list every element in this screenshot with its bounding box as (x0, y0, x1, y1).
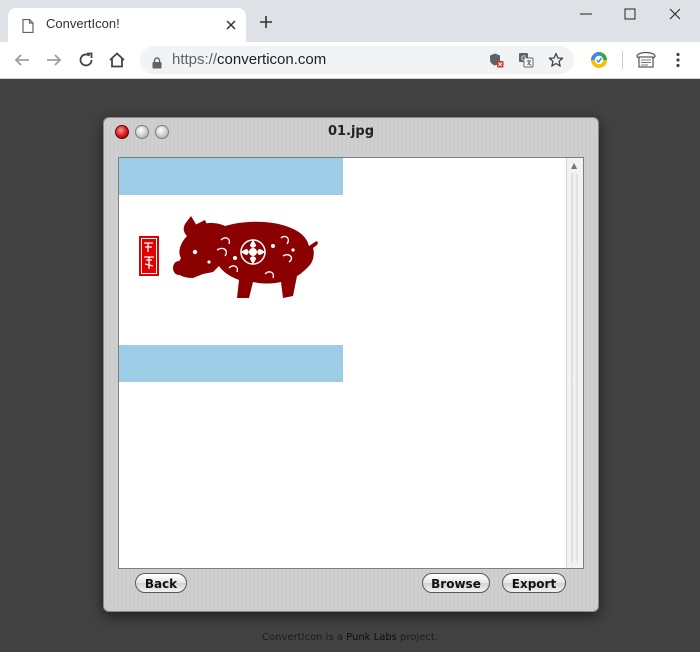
star-icon[interactable] (548, 52, 564, 72)
translate-icon[interactable]: G (518, 52, 534, 72)
forward-arrow-icon[interactable] (45, 51, 63, 73)
vertical-scrollbar[interactable]: ▲ (566, 158, 583, 568)
page-icon (22, 18, 34, 37)
image-viewer: ▲ (118, 157, 584, 569)
scroll-up-arrow-icon[interactable]: ▲ (571, 161, 577, 170)
app-window: 01.jpg ▲ Back Browse Export (103, 117, 599, 612)
home-icon[interactable] (108, 51, 126, 73)
back-arrow-icon[interactable] (13, 51, 31, 73)
window-title: 01.jpg (327, 124, 375, 139)
punk-labs-link[interactable]: Punk Labs (346, 632, 397, 643)
svg-text:G: G (521, 55, 526, 63)
plus-icon[interactable] (258, 14, 274, 34)
back-button[interactable]: Back (135, 573, 187, 593)
paper-cut-pig-image (139, 216, 318, 298)
scrollbar-track[interactable] (571, 172, 578, 564)
minimize-icon[interactable] (578, 6, 594, 26)
image-band-top (119, 158, 343, 195)
browser-tab[interactable]: ConvertIcon! (8, 8, 246, 42)
lock-icon[interactable] (152, 54, 162, 73)
url-scheme: https:// (172, 51, 218, 68)
close-icon[interactable] (667, 6, 683, 26)
footer-prefix: ConvertIcon is a (262, 632, 347, 643)
image-preview (119, 158, 343, 382)
browse-button[interactable]: Browse (422, 573, 490, 593)
reader-icon[interactable] (636, 51, 656, 73)
address-bar[interactable]: https://converticon.com G (140, 46, 574, 74)
footer: ConvertIcon is a Punk Labs project. (0, 632, 700, 643)
reload-icon[interactable] (77, 51, 95, 73)
tab-strip: ConvertIcon! (0, 0, 700, 42)
image-band-bottom (119, 345, 343, 382)
page-content: 01.jpg ▲ Back Browse Export ConvertIcon … (0, 79, 700, 652)
toolbar-divider (622, 51, 623, 69)
url-text[interactable]: https://converticon.com (172, 51, 326, 68)
close-icon[interactable] (224, 17, 238, 36)
chrome-extension-icon[interactable] (590, 51, 608, 73)
shield-icon[interactable] (488, 52, 504, 72)
footer-suffix: project. (396, 632, 438, 643)
tab-title: ConvertIcon! (46, 16, 120, 31)
url-host: converticon.com (217, 51, 327, 68)
browser-toolbar: https://converticon.com G (0, 42, 700, 79)
maximize-icon[interactable] (622, 6, 638, 26)
export-button[interactable]: Export (502, 573, 566, 593)
more-icon[interactable] (670, 51, 686, 73)
